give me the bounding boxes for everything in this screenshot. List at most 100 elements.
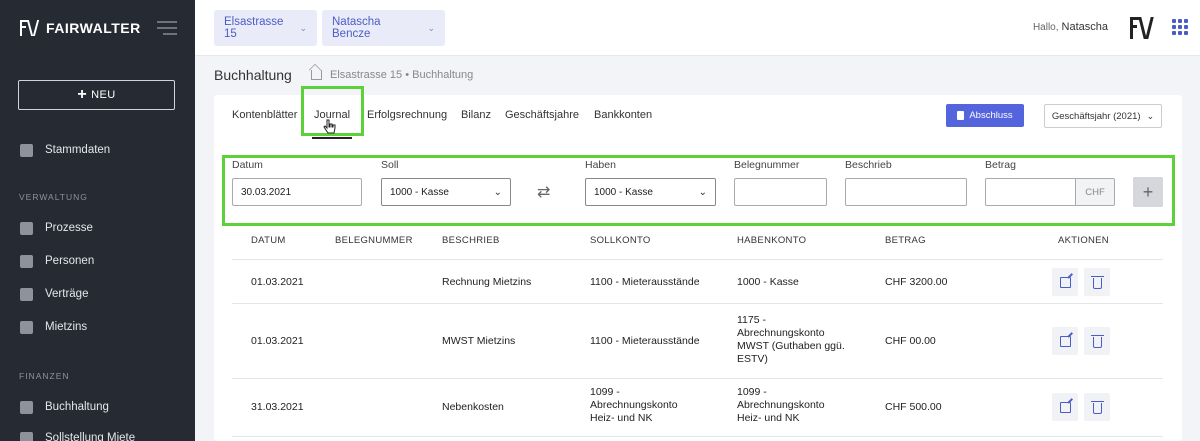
database-icon <box>20 143 33 157</box>
tab-kontenblaetter[interactable]: Kontenblätter <box>232 109 297 121</box>
delete-button[interactable] <box>1084 327 1110 355</box>
cell-datum: 01.03.2021 <box>251 335 304 347</box>
datum-label: Datum <box>232 159 263 171</box>
person-selector[interactable]: Natascha Bencze ⌄ <box>322 10 445 46</box>
delete-button[interactable] <box>1084 393 1110 421</box>
hand-cursor-icon <box>323 119 336 134</box>
process-icon <box>20 221 33 235</box>
cell-habenkonto: 1000 - Kasse <box>737 276 799 288</box>
abschluss-button-label: Abschluss <box>969 110 1013 121</box>
sidebar-item-label: Mietzins <box>45 321 88 333</box>
cell-beschrieb: MWST Mietzins <box>442 335 516 347</box>
chevron-down-icon: ⌄ <box>1146 110 1155 121</box>
abschluss-button[interactable]: Abschluss <box>946 104 1024 127</box>
edit-icon <box>1059 401 1071 413</box>
swap-accounts-icon[interactable]: ⇄ <box>537 182 550 202</box>
trash-icon <box>1090 400 1104 414</box>
table-divider <box>232 378 1163 379</box>
page-title: Buchhaltung <box>214 67 292 83</box>
col-header-betrag: BETRAG <box>885 235 926 246</box>
people-icon <box>20 254 33 268</box>
haben-label: Haben <box>585 159 616 171</box>
cell-sollkonto: 1100 - Mieterausstände <box>590 276 700 288</box>
cell-habenkonto: 1099 - Abrechnungskonto Heiz- und NK <box>737 386 825 424</box>
cell-habenkonto: 1175 - Abrechnungskonto MWST (Guthaben g… <box>737 314 845 365</box>
datum-input[interactable]: 30.03.2021 <box>232 178 362 206</box>
sidebar-item-sollstellung[interactable]: Sollstellung Miete <box>20 428 135 441</box>
table-divider <box>232 259 1163 260</box>
person-selector-label: Natascha Bencze <box>332 16 381 40</box>
apps-grid-icon[interactable] <box>1172 19 1188 35</box>
chevron-down-icon: ⌄ <box>698 186 707 198</box>
col-header-belegnummer: BELEGNUMMER <box>335 235 413 246</box>
sidebar-item-prozesse[interactable]: Prozesse <box>20 218 93 238</box>
col-header-datum: DATUM <box>251 235 286 246</box>
sidebar-item-personen[interactable]: Personen <box>20 251 94 271</box>
edit-icon <box>1059 276 1071 288</box>
tab-bilanz[interactable]: Bilanz <box>461 109 491 121</box>
chevron-down-icon: ⌄ <box>299 22 307 33</box>
haben-select[interactable]: 1000 - Kasse ⌄ <box>585 178 716 206</box>
user-avatar-icon[interactable] <box>1130 17 1154 39</box>
delete-button[interactable] <box>1084 268 1110 296</box>
tab-geschaeftsjahre[interactable]: Geschäftsjahre <box>505 109 579 121</box>
sidebar-item-label: Buchhaltung <box>45 401 109 413</box>
soll-select[interactable]: 1000 - Kasse ⌄ <box>381 178 511 206</box>
user-greeting: Hallo, Natascha <box>1032 21 1108 33</box>
coins-icon <box>20 320 33 334</box>
table-divider <box>232 436 1163 437</box>
home-icon[interactable] <box>311 70 322 80</box>
sidebar-item-stammdaten[interactable]: Stammdaten <box>20 140 110 160</box>
cell-sollkonto: 1099 - Abrechnungskonto Heiz- und NK <box>590 386 678 424</box>
section-finanzen: FINANZEN <box>19 371 70 381</box>
soll-label: Soll <box>381 159 399 171</box>
property-selector[interactable]: Elsastrasse 15 ⌄ <box>214 10 317 46</box>
add-entry-button[interactable]: + <box>1133 177 1163 207</box>
journal-card: Kontenblätter Journal Erfolgsrechnung Bi… <box>214 86 1182 441</box>
menu-collapse-icon[interactable] <box>157 21 177 35</box>
tab-bankkonten[interactable]: Bankkonten <box>594 109 652 121</box>
sidebar-item-label: Verträge <box>45 288 89 300</box>
fiscal-year-select[interactable]: Geschäftsjahr (2021) ⌄ <box>1044 104 1162 128</box>
currency-addon: CHF <box>1075 178 1115 206</box>
tab-active-indicator <box>312 137 352 139</box>
sidebar-item-vertraege[interactable]: Verträge <box>20 284 88 304</box>
cell-sollkonto: 1100 - Mieterausstände <box>590 335 700 347</box>
cell-datum: 01.03.2021 <box>251 276 304 288</box>
sidebar: FAIRWALTER + NEU Stammdaten VERWALTUNG P… <box>0 0 195 441</box>
topbar: Elsastrasse 15 ⌄ Natascha Bencze ⌄ Hallo… <box>195 0 1200 56</box>
belegnummer-input[interactable] <box>734 178 827 206</box>
contract-icon <box>20 287 33 301</box>
sidebar-item-buchhaltung[interactable]: Buchhaltung <box>20 397 109 417</box>
breadcrumb-path[interactable]: Elsastrasse 15 • Buchhaltung <box>330 69 473 81</box>
betrag-input[interactable] <box>985 178 1076 206</box>
edit-button[interactable] <box>1052 393 1078 421</box>
plus-icon: + <box>77 86 88 103</box>
tab-erfolgsrechnung[interactable]: Erfolgsrechnung <box>367 109 447 121</box>
trash-icon <box>1090 275 1104 289</box>
col-header-habenkonto: HABENKONTO <box>737 235 807 246</box>
edit-icon <box>1059 335 1071 347</box>
cell-betrag: CHF 00.00 <box>885 335 936 347</box>
brand-logo[interactable]: FAIRWALTER <box>20 20 141 36</box>
beschrieb-input[interactable] <box>845 178 967 206</box>
col-header-aktionen: AKTIONEN <box>1058 235 1109 246</box>
brand-name: FAIRWALTER <box>46 20 141 36</box>
ledger-icon <box>20 400 33 414</box>
col-header-sollkonto: SOLLKONTO <box>590 235 651 246</box>
new-button[interactable]: + NEU <box>18 80 175 110</box>
sidebar-item-label: Personen <box>45 255 95 267</box>
cell-beschrieb: Nebenkosten <box>442 401 504 413</box>
breadcrumb: Elsastrasse 15 • Buchhaltung <box>311 69 473 81</box>
edit-button[interactable] <box>1052 327 1078 355</box>
sidebar-item-mietzins[interactable]: Mietzins <box>20 317 87 337</box>
beschrieb-label: Beschrieb <box>845 159 892 171</box>
sidebar-item-label: Sollstellung Miete <box>45 432 136 441</box>
fairwalter-logo-icon <box>20 20 40 36</box>
section-verwaltung: VERWALTUNG <box>19 192 88 202</box>
table-divider <box>232 303 1163 304</box>
edit-button[interactable] <box>1052 268 1078 296</box>
chevron-down-icon: ⌄ <box>427 22 435 33</box>
invoice-icon <box>20 431 33 441</box>
cell-betrag: CHF 500.00 <box>885 401 942 413</box>
